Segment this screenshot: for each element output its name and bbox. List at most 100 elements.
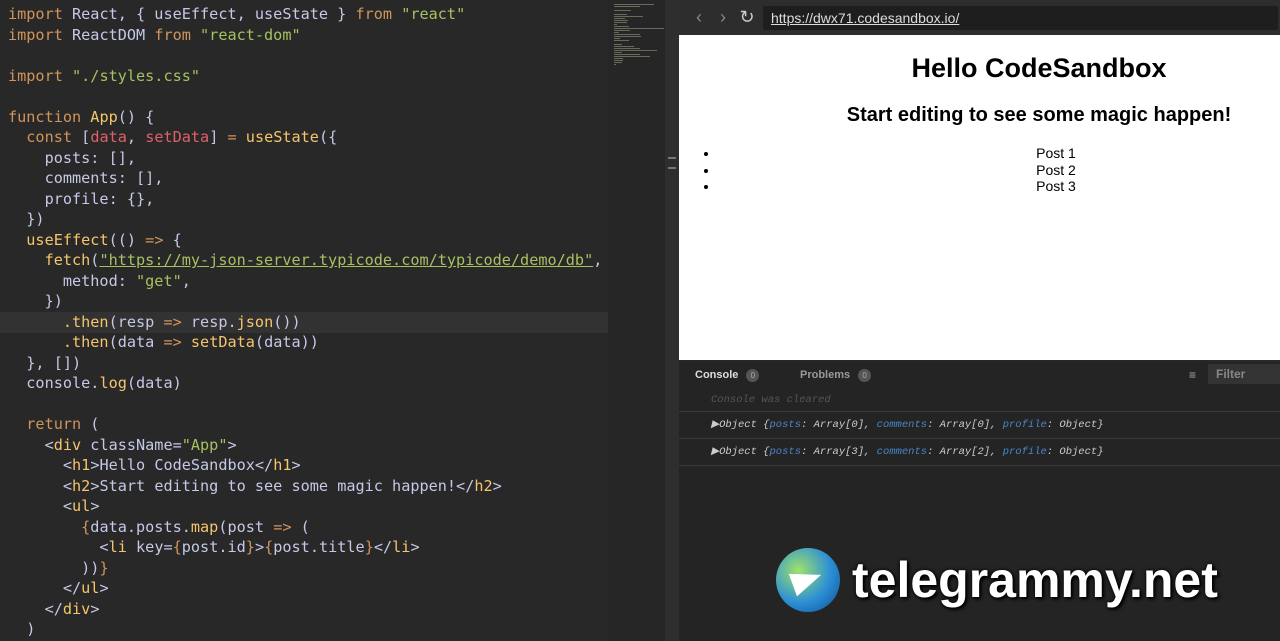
- entry-key: posts: [769, 446, 802, 458]
- code-token: li: [392, 538, 411, 556]
- code-line: < h2>Start editing to see some magic happ…: [8, 476, 502, 496]
- console-entry[interactable]: ▶Object {posts: Array[3], comments: Arra…: [679, 439, 1280, 466]
- code-token: (data)): [254, 333, 319, 351]
- code-token: "App": [181, 435, 228, 454]
- preview-subheading: Start editing to see some magic happen!: [846, 104, 1232, 126]
- code-token: )): [8, 558, 100, 577]
- preview-page: Hello CodeSandbox Start editing to see s…: [679, 35, 1280, 360]
- pane-resize-handle[interactable]: [665, 0, 679, 641]
- code-token: >: [410, 538, 420, 556]
- code-token: =>: [273, 517, 292, 536]
- code-line: profile: {},: [8, 189, 155, 209]
- code-line: }): [8, 291, 63, 311]
- code-token: }, []): [8, 353, 82, 372]
- code-token: >Hello CodeSandbox</: [90, 456, 274, 474]
- code-line: ): [8, 619, 35, 639]
- code-token: ): [8, 620, 36, 638]
- code-token: className=: [81, 435, 182, 454]
- entry-key: comments: [876, 446, 928, 458]
- code-token: ((): [108, 230, 146, 249]
- minimap-line: [614, 6, 640, 7]
- code-token: }): [8, 210, 45, 228]
- minimap-line: [614, 62, 622, 63]
- code-line: .then(data => setData(data)): [8, 332, 319, 352]
- code-token: >: [227, 435, 237, 454]
- code-token: data.posts.: [90, 517, 191, 536]
- forward-icon[interactable]: ›: [715, 7, 731, 28]
- minimap-line: [614, 22, 627, 23]
- code-token: ()): [273, 312, 301, 331]
- code-token: resp.: [181, 312, 237, 331]
- minimap-line: [614, 16, 643, 17]
- tab-label: Console: [695, 369, 739, 381]
- entry-text: : Array[2],: [927, 446, 1003, 458]
- code-token: >Start editing to see some magic happen!…: [90, 476, 475, 495]
- minimap-line: [614, 54, 641, 55]
- code-token: {: [172, 538, 182, 556]
- entry-key: profile: [1002, 419, 1047, 431]
- code-token: comments: [],: [8, 169, 164, 187]
- code-token: {: [264, 538, 274, 556]
- entry-text: : Array[0],: [801, 419, 877, 431]
- code-token: div: [53, 435, 82, 454]
- code-token: ]: [209, 128, 228, 146]
- minimap-line: [614, 46, 634, 47]
- tab-console[interactable]: Console 0: [679, 368, 784, 382]
- code-token: h1: [72, 456, 91, 474]
- code-token: ReactDOM: [62, 25, 155, 44]
- code-token: return: [8, 415, 82, 433]
- code-token: (data: [108, 333, 164, 351]
- entry-key: comments: [876, 419, 928, 431]
- filter-menu-icon[interactable]: ≡: [1189, 368, 1196, 382]
- console-entry[interactable]: ▶Object {posts: Array[0], comments: Arra…: [679, 412, 1280, 439]
- minimap-line: [614, 64, 617, 65]
- filter-input[interactable]: Filter: [1208, 364, 1280, 384]
- code-token: ul: [72, 497, 91, 515]
- code-token: {: [8, 517, 91, 536]
- code-token: </: [373, 538, 393, 556]
- code-token: ,: [181, 271, 191, 290]
- code-token: <: [8, 476, 73, 495]
- code-token: (: [81, 415, 100, 433]
- code-token: h2: [474, 476, 493, 495]
- code-token: setData: [181, 333, 255, 351]
- code-token: posts: [],: [8, 148, 137, 167]
- code-token: "get": [136, 271, 182, 290]
- code-token: () {: [117, 107, 155, 126]
- minimap-line: [614, 40, 630, 41]
- code-token: import: [8, 5, 63, 23]
- code-token: <: [8, 538, 109, 556]
- code-token: data: [90, 128, 127, 146]
- code-token: import: [8, 66, 63, 85]
- back-icon[interactable]: ‹: [691, 7, 707, 28]
- code-token: ({: [318, 128, 338, 146]
- url-input[interactable]: https://dwx71.codesandbox.io/: [763, 5, 1278, 30]
- minimap[interactable]: [608, 0, 665, 641]
- minimap-line: [614, 34, 640, 35]
- count-badge: 0: [746, 368, 760, 382]
- code-line: import "./styles.css": [8, 66, 200, 86]
- expand-arrow-icon[interactable]: ▶: [711, 446, 719, 458]
- post-item: Post 2: [719, 162, 1280, 179]
- code-token: json: [236, 312, 274, 331]
- code-token: App: [81, 107, 118, 126]
- minimap-line: [614, 28, 664, 29]
- code-token: profile: {},: [8, 189, 155, 208]
- code-editor[interactable]: import React, { useEffect, useState } fr…: [0, 0, 621, 641]
- expand-arrow-icon[interactable]: ▶: [711, 419, 719, 431]
- reload-icon[interactable]: ↻: [739, 7, 755, 28]
- minimap-line: [614, 58, 623, 59]
- tab-problems[interactable]: Problems 0: [784, 368, 889, 382]
- entry-text: : Array[3],: [801, 446, 877, 458]
- code-line: </ul>: [8, 578, 109, 598]
- tab-label: Problems: [800, 369, 851, 381]
- minimap-line: [614, 32, 619, 33]
- entry-text: : Object}: [1046, 419, 1104, 431]
- post-list: Post 1 Post 2 Post 3: [719, 145, 1280, 195]
- code-line: }, []): [8, 353, 81, 373]
- code-token: useState: [236, 128, 319, 146]
- code-token: function: [8, 107, 82, 126]
- code-token: >: [492, 476, 502, 495]
- minimap-line: [614, 56, 650, 57]
- code-token: =: [227, 128, 237, 146]
